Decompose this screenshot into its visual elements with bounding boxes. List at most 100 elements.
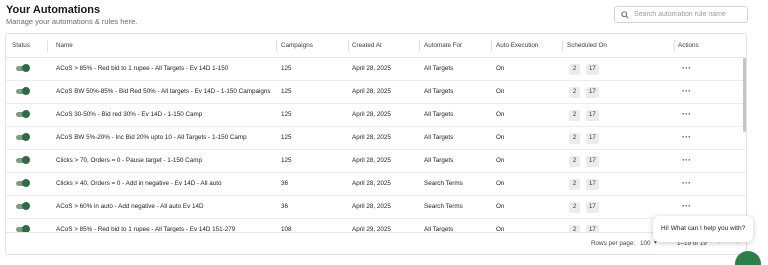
column-header-status[interactable]: Status <box>12 34 30 58</box>
schedule-chip: 2 <box>569 156 580 167</box>
automate-for: All Targets <box>424 65 454 72</box>
campaigns-count: 125 <box>281 157 292 164</box>
toggle-knob <box>22 179 30 187</box>
created-at: April 28, 2025 <box>352 180 391 187</box>
rule-name[interactable]: ACoS > 85% - Red bid to 1 rupee - All Ta… <box>56 219 271 232</box>
toggle-knob <box>22 110 30 118</box>
automate-for: All Targets <box>424 111 454 118</box>
toggle-knob <box>22 202 30 210</box>
schedule-chip: 17 <box>586 225 599 232</box>
automate-for: Search Terms <box>424 180 463 187</box>
schedule-chip: 17 <box>586 179 599 190</box>
rows-per-page-label: Rows per page: <box>591 240 636 247</box>
schedule-chip: 2 <box>569 202 580 213</box>
column-divider <box>47 40 48 52</box>
column-header-name[interactable]: Name <box>56 34 73 58</box>
more-actions-icon[interactable]: ··· <box>682 81 691 103</box>
rule-name[interactable]: ACoS 30-50% - Bid red 30% - Ev 14D - 1-1… <box>56 104 271 126</box>
search-input[interactable] <box>634 11 744 18</box>
status-toggle[interactable] <box>16 179 30 187</box>
automate-for: All Targets <box>424 88 454 95</box>
table-row[interactable]: ACoS > 85% - Red bid to 1 rupee - All Ta… <box>6 219 746 232</box>
rows-per-page-select[interactable]: 100 <box>640 240 651 247</box>
table-row[interactable]: Clicks > 40, Orders = 0 - Add in negativ… <box>6 173 746 196</box>
column-header-auto-execution[interactable]: Auto Execution <box>496 34 538 58</box>
schedule-chip: 2 <box>569 133 580 144</box>
status-toggle[interactable] <box>16 87 30 95</box>
schedule-chip: 2 <box>569 179 580 190</box>
automate-for: Search Terms <box>424 203 463 210</box>
toggle-knob <box>22 225 30 232</box>
status-toggle[interactable] <box>16 110 30 118</box>
created-at: April 28, 2025 <box>352 88 391 95</box>
schedule-chip: 17 <box>586 133 599 144</box>
more-actions-icon[interactable]: ··· <box>682 196 691 218</box>
column-header-campaigns[interactable]: Campaigns <box>281 34 313 58</box>
auto-execution: On <box>496 180 505 187</box>
campaigns-count: 125 <box>281 111 292 118</box>
rule-name[interactable]: ACoS > 85% - Red bid to 1 rupee - All Ta… <box>56 58 271 80</box>
auto-execution: On <box>496 134 505 141</box>
more-actions-icon[interactable]: ··· <box>682 127 691 149</box>
auto-execution: On <box>496 157 505 164</box>
rule-name[interactable]: Clicks > 70, Orders = 0 - Pause target -… <box>56 150 271 172</box>
created-at: April 28, 2025 <box>352 65 391 72</box>
rule-name[interactable]: ACoS BW 5%-20% - Inc Bid 20% upto 10 - A… <box>56 127 271 149</box>
more-actions-icon[interactable]: ··· <box>682 104 691 126</box>
created-at: April 28, 2025 <box>352 111 391 118</box>
search-icon <box>621 10 629 19</box>
auto-execution: On <box>496 111 505 118</box>
more-actions-icon[interactable]: ··· <box>682 58 691 80</box>
automate-for: All Targets <box>424 157 454 164</box>
table-pagination: Rows per page: 100 ▾ 1–19 of 19 ‹ › <box>6 232 746 254</box>
automations-table: Status Name Campaigns Created At Automat… <box>5 33 747 255</box>
status-toggle[interactable] <box>16 64 30 72</box>
column-divider <box>276 40 277 52</box>
rule-name[interactable]: Clicks > 40, Orders = 0 - Add in negativ… <box>56 173 271 195</box>
status-toggle[interactable] <box>16 156 30 164</box>
created-at: April 28, 2025 <box>352 134 391 141</box>
column-divider <box>562 40 563 52</box>
table-row[interactable]: ACoS BW 50%-85% - Bid Red 50% - All targ… <box>6 81 746 104</box>
search-box[interactable] <box>614 6 748 23</box>
column-divider <box>491 40 492 52</box>
schedule-chip: 17 <box>586 64 599 75</box>
column-header-created-at[interactable]: Created At <box>352 34 382 58</box>
campaigns-count: 108 <box>281 226 292 232</box>
auto-execution: On <box>496 226 505 232</box>
campaigns-count: 36 <box>281 203 289 210</box>
auto-execution: On <box>496 65 505 72</box>
auto-execution: On <box>496 88 505 95</box>
column-divider <box>674 40 675 52</box>
column-divider <box>419 40 420 52</box>
more-actions-icon[interactable]: ··· <box>682 150 691 172</box>
automate-for: All Targets <box>424 226 454 232</box>
schedule-chip: 2 <box>569 110 580 121</box>
column-divider <box>348 40 349 52</box>
column-header-scheduled-on[interactable]: Scheduled On <box>567 34 607 58</box>
column-header-automate-for[interactable]: Automate For <box>424 34 462 58</box>
table-row[interactable]: Clicks > 70, Orders = 0 - Pause target -… <box>6 150 746 173</box>
table-row[interactable]: ACoS 30-50% - Bid red 30% - Ev 14D - 1-1… <box>6 104 746 127</box>
page-subtitle: Manage your automations & rules here. <box>6 17 138 26</box>
table-scrollbar[interactable] <box>743 58 746 132</box>
rule-name[interactable]: ACoS > 60% in auto - Add negative - All … <box>56 196 271 218</box>
created-at: April 28, 2025 <box>352 203 391 210</box>
schedule-chip: 2 <box>569 87 580 98</box>
schedule-chip: 17 <box>586 87 599 98</box>
status-toggle[interactable] <box>16 133 30 141</box>
table-header: Status Name Campaigns Created At Automat… <box>6 34 746 58</box>
chat-launcher-button[interactable] <box>735 251 761 265</box>
schedule-chip: 17 <box>586 202 599 213</box>
more-actions-icon[interactable]: ··· <box>682 173 691 195</box>
auto-execution: On <box>496 203 505 210</box>
chat-bubble[interactable]: Hi! What can I help you with? <box>653 216 753 242</box>
table-row[interactable]: ACoS > 60% in auto - Add negative - All … <box>6 196 746 219</box>
rule-name[interactable]: ACoS BW 50%-85% - Bid Red 50% - All targ… <box>56 81 271 103</box>
column-header-actions: Actions <box>678 42 699 49</box>
schedule-chip: 17 <box>586 110 599 121</box>
status-toggle[interactable] <box>16 202 30 210</box>
table-row[interactable]: ACoS BW 5%-20% - Inc Bid 20% upto 10 - A… <box>6 127 746 150</box>
table-row[interactable]: ACoS > 85% - Red bid to 1 rupee - All Ta… <box>6 58 746 81</box>
toggle-knob <box>22 87 30 95</box>
